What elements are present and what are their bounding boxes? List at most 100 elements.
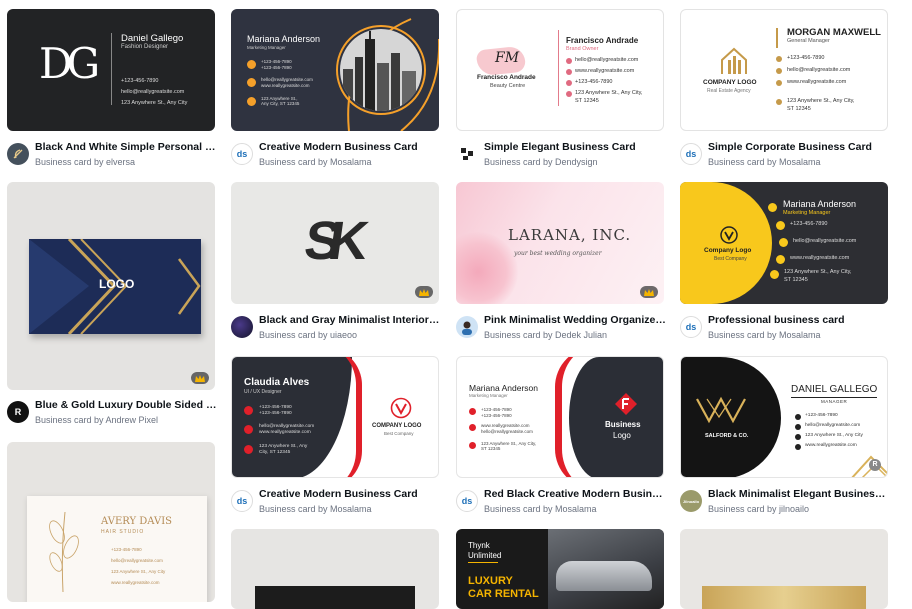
card-title[interactable]: Professional business card <box>708 314 890 326</box>
card-thumbnail[interactable]: LARANA, INC. your best wedding organizer <box>456 182 664 304</box>
card-title[interactable]: Simple Corporate Business Card <box>708 141 890 153</box>
card-thumbnail[interactable]: Mariana Anderson Marketing Manager +123-… <box>456 356 664 478</box>
creator-avatar[interactable] <box>456 143 478 165</box>
card-title[interactable]: Creative Modern Business Card <box>259 488 441 500</box>
card-thumbnail[interactable]: Mariana Anderson Marketing Manager +123-… <box>231 9 439 131</box>
card-title[interactable]: Black and Gray Minimalist Interior D... <box>259 314 441 326</box>
company-tagline: Best Company <box>384 431 414 436</box>
creator-avatar[interactable]: ds <box>231 143 253 165</box>
card-byline[interactable]: Business card by Dendysign <box>484 157 666 167</box>
card-thumbnail[interactable]: LOGO <box>7 182 215 390</box>
card-thumbnail[interactable]: FM Francisco Andrade Beauty Centre Franc… <box>456 9 664 131</box>
yellow-rule <box>468 562 498 563</box>
creator-avatar[interactable]: ds <box>680 143 702 165</box>
card-website: www.reallygreatsite.com <box>259 430 311 435</box>
card-title[interactable]: Black And White Simple Personal Bu... <box>35 141 217 153</box>
logo-text: Business <box>605 420 641 429</box>
card-role: UI / UX Designer <box>244 389 282 395</box>
creator-avatar[interactable]: ds <box>231 490 253 512</box>
card-thumbnail[interactable]: Thynk Unlimited LUXURY CAR RENTAL <box>456 529 664 609</box>
v-logo-icon <box>390 397 412 419</box>
card-byline[interactable]: Business card by uiaeoo <box>259 330 441 340</box>
creator-avatar[interactable]: Jilnoailo <box>680 490 702 512</box>
location-icon <box>244 445 253 454</box>
creator-avatar[interactable]: R <box>7 401 29 423</box>
card-name: DANIEL GALLEGO <box>791 384 878 395</box>
card-mockup <box>255 586 415 609</box>
creator-avatar[interactable]: ds <box>680 316 702 338</box>
premium-crown-icon <box>415 286 433 298</box>
home-icon <box>247 97 256 106</box>
card-byline[interactable]: Business card by jilnoailo <box>708 504 890 514</box>
card-byline[interactable]: Business card by Mosalama <box>708 157 890 167</box>
card-byline[interactable]: Business card by Mosalama <box>484 504 666 514</box>
brand-name: LARANA, INC. <box>508 226 632 244</box>
card-email: hello@reallygreatsite.com <box>261 77 313 82</box>
card-name: Mariana Anderson <box>469 383 538 393</box>
card-thumbnail[interactable]: Claudia Alves UI / UX Designer +123-456-… <box>231 356 439 478</box>
card-thumbnail[interactable]: SALFORD & CO. DANIEL GALLEGO MANAGER +12… <box>680 356 888 478</box>
card-title[interactable]: Blue & Gold Luxury Double Sided Bu... <box>35 399 217 411</box>
creator-avatar[interactable] <box>456 316 478 338</box>
card-byline[interactable]: Business card by elversa <box>35 157 217 167</box>
card-address-2: City, ST 12345 <box>259 450 291 455</box>
card-website: www.reallygreatsite.com <box>790 255 850 261</box>
card-thumbnail[interactable]: Company Logo Best Company Mariana Anders… <box>680 182 888 304</box>
card-thumbnail[interactable]: DG Daniel Gallego Fashion Designer +123-… <box>7 9 215 131</box>
card-thumbnail[interactable] <box>680 529 888 609</box>
card-byline[interactable]: Business card by Mosalama <box>259 504 441 514</box>
card-email: hello@reallygreatsite.com <box>121 89 185 95</box>
card-thumbnail[interactable] <box>231 529 439 609</box>
premium-crown-icon <box>640 286 658 298</box>
author-badge[interactable]: R <box>869 459 881 471</box>
monogram: DG <box>39 39 100 88</box>
card-mockup: LOGO <box>29 239 201 334</box>
phone-icon <box>776 221 785 230</box>
person-icon <box>462 321 472 335</box>
location-icon <box>776 99 782 105</box>
card-phone-2: +123-456-7890 <box>259 411 292 416</box>
card-title[interactable]: Creative Modern Business Card <box>259 141 441 153</box>
card-title[interactable]: Red Black Creative Modern Business... <box>484 488 666 500</box>
email-icon <box>566 58 572 64</box>
creator-avatar[interactable]: ds <box>456 490 478 512</box>
phone-icon <box>244 406 253 415</box>
card-website: www.reallygreatsite.com <box>787 79 847 85</box>
brand-name-2: Unlimited <box>468 551 502 560</box>
phone-icon <box>566 80 572 86</box>
phone-icon <box>469 408 476 415</box>
card-title[interactable]: Simple Elegant Business Card <box>484 141 666 153</box>
card-thumbnail[interactable]: AVERY DAVIS HAIR STUDIO +123-456-7890 he… <box>7 442 215 602</box>
card-address-2: ST 12345 <box>575 98 599 104</box>
card-website: www.reallygreatsite.com <box>111 580 160 585</box>
card-byline[interactable]: Business card by Mosalama <box>259 157 441 167</box>
email-icon <box>779 238 788 247</box>
card-thumbnail[interactable]: COMPANY LOGO Real Estate Agency MORGAN M… <box>680 9 888 131</box>
card-address: 123 Anywhere St., Any City, <box>787 98 855 104</box>
email-icon <box>776 68 782 74</box>
card-address: 123 Anywhere St., Any City, <box>784 269 852 275</box>
card-byline[interactable]: Business card by Andrew Pixel <box>35 415 217 425</box>
card-role: Brand Owner <box>566 46 599 52</box>
creator-avatar[interactable] <box>231 316 253 338</box>
person-icon <box>768 203 777 212</box>
location-icon <box>770 270 779 279</box>
card-byline[interactable]: Business card by Mosalama <box>708 330 890 340</box>
card-address: 123 Anywhere St., Any City, ST 12345 <box>481 441 537 451</box>
floral-illustration <box>49 511 79 592</box>
card-email: hello@reallygreatsite.com <box>111 558 163 563</box>
company-logo-text: Company Logo <box>704 247 752 254</box>
card-address-2: ST 12345 <box>787 106 811 112</box>
card-name: AVERY DAVIS <box>101 516 173 527</box>
card-title[interactable]: Black Minimalist Elegant Business C... <box>708 488 890 500</box>
creator-avatar[interactable] <box>7 143 29 165</box>
card-byline[interactable]: Business card by Dedek Julian <box>484 330 666 340</box>
divider <box>111 33 112 105</box>
card-thumbnail[interactable]: SK <box>231 182 439 304</box>
headline-2: CAR RENTAL <box>468 588 539 600</box>
company-logo-text: COMPANY LOGO <box>372 423 422 429</box>
gold-corner-lines <box>851 455 887 477</box>
card-title[interactable]: Pink Minimalist Wedding Organizer ... <box>484 314 666 326</box>
card-name: MORGAN MAXWELL <box>787 27 881 38</box>
premium-crown-icon <box>191 372 209 384</box>
